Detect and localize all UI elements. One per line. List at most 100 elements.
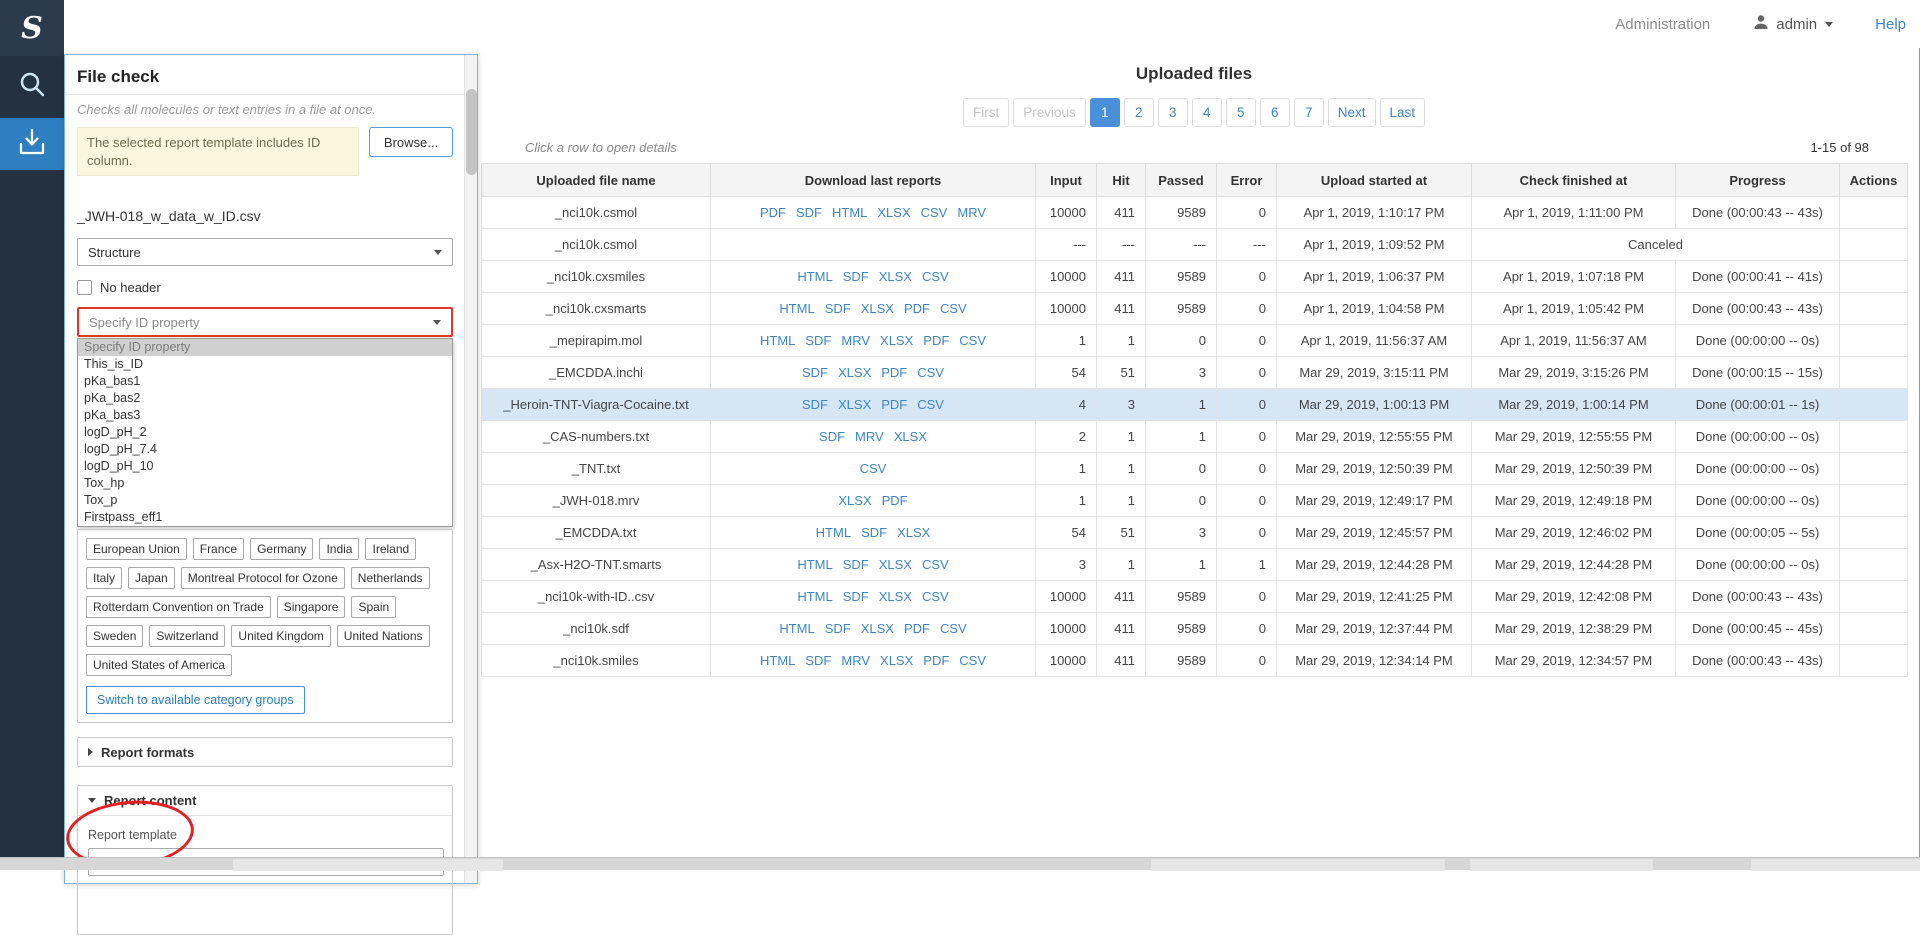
table-row[interactable]: _nci10k-with-ID..csvHTMLSDFXLSXCSV100004… <box>482 581 1908 613</box>
category-chip[interactable]: Montreal Protocol for Ozone <box>181 567 345 589</box>
page-button-1[interactable]: 1 <box>1090 98 1120 127</box>
category-chip[interactable]: Japan <box>128 567 175 589</box>
table-row[interactable]: _Heroin-TNT-Viagra-Cocaine.txtSDFXLSXPDF… <box>482 389 1908 421</box>
id-property-option[interactable]: logD_pH_7.4 <box>78 441 452 458</box>
report-link-sdf[interactable]: SDF <box>802 397 828 412</box>
report-link-sdf[interactable]: SDF <box>825 621 851 636</box>
category-chip[interactable]: United States of America <box>86 654 232 676</box>
report-link-xlsx[interactable]: XLSX <box>880 653 913 668</box>
report-link-xlsx[interactable]: XLSX <box>879 589 912 604</box>
id-property-option[interactable]: logD_pH_10 <box>78 458 452 475</box>
report-link-sdf[interactable]: SDF <box>825 301 851 316</box>
report-link-mrv[interactable]: MRV <box>841 333 870 348</box>
report-link-html[interactable]: HTML <box>832 205 867 220</box>
switch-category-groups-button[interactable]: Switch to available category groups <box>86 686 305 714</box>
table-row[interactable]: _nci10k.smilesHTMLSDFMRVXLSXPDFCSV100004… <box>482 645 1908 677</box>
report-link-pdf[interactable]: PDF <box>882 493 908 508</box>
report-link-mrv[interactable]: MRV <box>957 205 986 220</box>
page-button-4[interactable]: 4 <box>1192 98 1222 127</box>
category-chip[interactable]: India <box>319 538 359 560</box>
table-row[interactable]: _nci10k.sdfHTMLSDFXLSXPDFCSV100004119589… <box>482 613 1908 645</box>
report-link-csv[interactable]: CSV <box>959 653 986 668</box>
id-property-option[interactable]: logD_pH_2 <box>78 424 452 441</box>
page-button-6[interactable]: 6 <box>1260 98 1290 127</box>
report-link-csv[interactable]: CSV <box>921 205 948 220</box>
table-row[interactable]: _nci10k.cxsmilesHTMLSDFXLSXCSV1000041195… <box>482 261 1908 293</box>
report-link-csv[interactable]: CSV <box>917 397 944 412</box>
id-property-option[interactable]: Specify ID property <box>78 339 452 356</box>
report-link-xlsx[interactable]: XLSX <box>838 397 871 412</box>
report-link-html[interactable]: HTML <box>797 269 832 284</box>
report-link-mrv[interactable]: MRV <box>855 429 884 444</box>
report-link-sdf[interactable]: SDF <box>805 333 831 348</box>
page-button-3[interactable]: 3 <box>1158 98 1188 127</box>
report-link-pdf[interactable]: PDF <box>760 205 786 220</box>
report-link-sdf[interactable]: SDF <box>843 269 869 284</box>
report-link-sdf[interactable]: SDF <box>802 365 828 380</box>
report-link-sdf[interactable]: SDF <box>843 589 869 604</box>
category-chip[interactable]: United Kingdom <box>231 625 330 647</box>
category-chip[interactable]: Germany <box>250 538 313 560</box>
report-link-html[interactable]: HTML <box>779 301 814 316</box>
user-menu[interactable]: admin <box>1752 13 1833 35</box>
table-row[interactable]: _Asx-H2O-TNT.smartsHTMLSDFXLSXCSV3111Mar… <box>482 549 1908 581</box>
page-button-5[interactable]: 5 <box>1226 98 1256 127</box>
structure-select[interactable]: Structure <box>77 238 453 266</box>
report-link-pdf[interactable]: PDF <box>904 621 930 636</box>
category-chip[interactable]: Spain <box>351 596 396 618</box>
table-row[interactable]: _nci10k.csmol------------Apr 1, 2019, 1:… <box>482 229 1908 261</box>
table-row[interactable]: _TNT.txtCSV1100Mar 29, 2019, 12:50:39 PM… <box>482 453 1908 485</box>
category-chip[interactable]: United Nations <box>337 625 430 647</box>
panel-scrollbar[interactable] <box>464 55 477 883</box>
id-property-option[interactable]: pKa_bas1 <box>78 373 452 390</box>
report-link-sdf[interactable]: SDF <box>861 525 887 540</box>
report-link-pdf[interactable]: PDF <box>904 301 930 316</box>
id-property-select[interactable]: Specify ID property <box>77 307 453 337</box>
report-link-sdf[interactable]: SDF <box>819 429 845 444</box>
table-row[interactable]: _CAS-numbers.txtSDFMRVXLSX2110Mar 29, 20… <box>482 421 1908 453</box>
report-link-pdf[interactable]: PDF <box>881 365 907 380</box>
id-property-option[interactable]: Firstpass_eff1 <box>78 509 452 526</box>
report-link-csv[interactable]: CSV <box>922 269 949 284</box>
report-link-sdf[interactable]: SDF <box>796 205 822 220</box>
report-link-xlsx[interactable]: XLSX <box>838 493 871 508</box>
category-chip[interactable]: France <box>193 538 244 560</box>
report-link-xlsx[interactable]: XLSX <box>838 365 871 380</box>
report-link-html[interactable]: HTML <box>816 525 851 540</box>
report-link-csv[interactable]: CSV <box>940 301 967 316</box>
id-property-option[interactable]: Tox_hp <box>78 475 452 492</box>
report-link-html[interactable]: HTML <box>760 333 795 348</box>
report-link-xlsx[interactable]: XLSX <box>879 557 912 572</box>
category-chip[interactable]: Sweden <box>86 625 143 647</box>
category-chip[interactable]: Ireland <box>365 538 416 560</box>
no-header-checkbox[interactable] <box>77 280 92 295</box>
category-chip[interactable]: Rotterdam Convention on Trade <box>86 596 271 618</box>
report-formats-section[interactable]: Report formats <box>77 737 453 767</box>
category-chip[interactable]: Singapore <box>277 596 346 618</box>
report-link-pdf[interactable]: PDF <box>923 333 949 348</box>
report-link-xlsx[interactable]: XLSX <box>861 301 894 316</box>
id-property-option[interactable]: Tox_p <box>78 492 452 509</box>
report-link-pdf[interactable]: PDF <box>881 397 907 412</box>
report-link-sdf[interactable]: SDF <box>843 557 869 572</box>
sidebar-item-file-check[interactable] <box>0 118 64 170</box>
table-row[interactable]: _EMCDDA.txtHTMLSDFXLSX545130Mar 29, 2019… <box>482 517 1908 549</box>
panel-scrollbar-thumb[interactable] <box>466 89 477 175</box>
report-link-pdf[interactable]: PDF <box>923 653 949 668</box>
page-button-2[interactable]: 2 <box>1124 98 1154 127</box>
report-link-xlsx[interactable]: XLSX <box>880 333 913 348</box>
report-link-mrv[interactable]: MRV <box>841 653 870 668</box>
id-property-option[interactable]: pKa_bas2 <box>78 390 452 407</box>
table-row[interactable]: _nci10k.cxsmartsHTMLSDFXLSXPDFCSV1000041… <box>482 293 1908 325</box>
id-property-option[interactable]: This_is_ID <box>78 356 452 373</box>
report-link-csv[interactable]: CSV <box>940 621 967 636</box>
page-button-7[interactable]: 7 <box>1294 98 1324 127</box>
report-link-xlsx[interactable]: XLSX <box>877 205 910 220</box>
administration-link[interactable]: Administration <box>1615 16 1710 33</box>
report-link-csv[interactable]: CSV <box>959 333 986 348</box>
report-link-csv[interactable]: CSV <box>922 589 949 604</box>
browse-button[interactable]: Browse... <box>369 127 453 157</box>
page-button-next[interactable]: Next <box>1328 98 1376 127</box>
sidebar-item-search[interactable] <box>0 58 64 114</box>
category-chip[interactable]: Switzerland <box>149 625 225 647</box>
